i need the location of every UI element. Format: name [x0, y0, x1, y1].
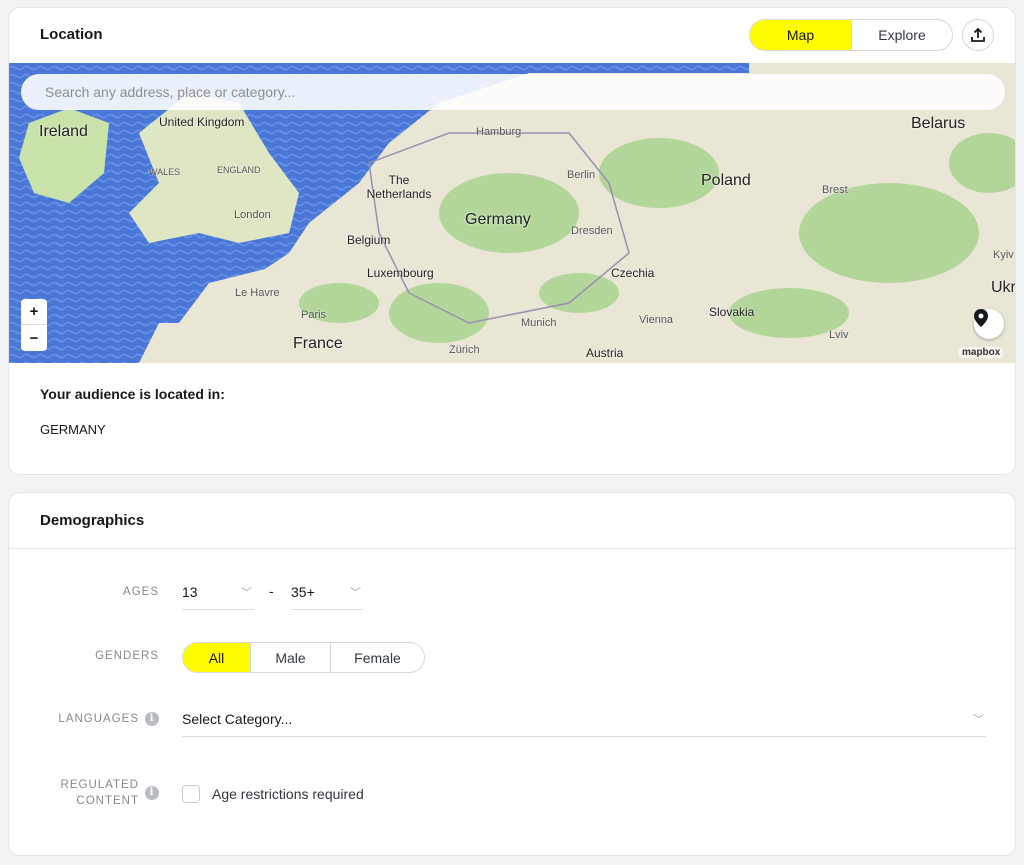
map-label: Czechia [611, 266, 655, 280]
map-label: Slovakia [709, 305, 755, 319]
map-label: Kyiv [993, 249, 1014, 261]
map-label: Paris [301, 309, 327, 321]
mapbox-attribution[interactable]: mapbox [959, 347, 1004, 358]
map-label: Vienna [639, 314, 674, 326]
locate-button[interactable] [974, 309, 1004, 339]
map-label: Munich [521, 317, 557, 329]
languages-label: LANGUAGES i [29, 712, 159, 726]
map-label: WALES [149, 167, 181, 177]
age-restriction-label: Age restrictions required [212, 786, 364, 802]
map-label: Brest [822, 184, 848, 196]
map-label: Le Havre [235, 287, 280, 299]
location-card: Location Map Explore Ireland United King… [8, 7, 1016, 475]
regulated-label-line1: REGULATED [60, 779, 139, 791]
map-label: Germany [465, 211, 531, 228]
upload-icon [971, 27, 985, 42]
map-label: Dresden [571, 225, 613, 237]
languages-select[interactable]: Select Category... ﹀ [182, 701, 986, 737]
gender-toggle: All Male Female [182, 642, 425, 673]
regulated-content-label: REGULATED CONTENT i [29, 777, 159, 809]
languages-placeholder: Select Category... [182, 710, 293, 727]
age-restriction-checkbox[interactable] [182, 785, 200, 803]
map-search-input[interactable]: Search any address, place or category... [21, 74, 1005, 110]
map-label: Hamburg [476, 126, 522, 138]
audience-value: GERMANY [40, 422, 106, 437]
divider [9, 548, 1015, 549]
map-label: Poland [701, 172, 751, 189]
map-label: France [293, 335, 343, 352]
age-min-select[interactable]: 13 ﹀ [182, 574, 254, 610]
location-title: Location [40, 26, 103, 43]
chevron-down-icon: ﹀ [350, 587, 361, 599]
regulated-label-line2: CONTENT [76, 795, 139, 807]
map-label: Austria [586, 346, 624, 360]
gender-female[interactable]: Female [330, 643, 424, 672]
map-explore-toggle: Map Explore [749, 19, 953, 51]
chevron-down-icon: ﹀ [241, 587, 252, 599]
age-restriction-checkbox-row[interactable]: Age restrictions required [182, 785, 364, 803]
map-label: Ireland [39, 123, 88, 140]
map-label: United Kingdom [159, 115, 245, 129]
age-min-value: 13 [182, 583, 198, 600]
map-label: Luxembourg [367, 266, 434, 280]
zoom-out-button[interactable]: − [21, 325, 47, 351]
map[interactable]: Ireland United Kingdom WALES ENGLAND Lon… [9, 63, 1016, 363]
info-icon[interactable]: i [145, 712, 159, 726]
map-label: Lviv [829, 329, 849, 341]
info-icon[interactable]: i [145, 786, 159, 800]
demographics-card: Demographics AGES 13 ﹀ - 35+ ﹀ GENDERS All… [8, 492, 1016, 856]
map-label: Belarus [911, 115, 966, 132]
genders-label: GENDERS [95, 650, 159, 662]
gender-male[interactable]: Male [250, 643, 330, 672]
share-button[interactable] [962, 19, 994, 51]
age-max-select[interactable]: 35+ ﹀ [291, 574, 363, 610]
map-label: Belgium [347, 233, 391, 247]
map-label: Zürich [449, 344, 480, 356]
map-label: Ukr [991, 279, 1016, 296]
tab-map[interactable]: Map [750, 20, 851, 50]
map-label: Berlin [567, 169, 596, 181]
languages-label-text: LANGUAGES [58, 713, 139, 726]
map-label: The Netherlands [366, 173, 432, 201]
chevron-down-icon: ﹀ [973, 714, 984, 726]
age-max-value: 35+ [291, 583, 315, 600]
age-separator: - [269, 583, 274, 599]
gender-all[interactable]: All [183, 643, 250, 672]
tab-explore[interactable]: Explore [851, 20, 952, 50]
demographics-title: Demographics [40, 512, 145, 529]
ages-label: AGES [123, 586, 159, 598]
audience-label: Your audience is located in: [40, 386, 225, 402]
map-label: London [234, 209, 271, 221]
map-pin-icon [974, 309, 988, 327]
map-label: ENGLAND [217, 165, 261, 175]
zoom-in-button[interactable]: + [21, 299, 47, 325]
